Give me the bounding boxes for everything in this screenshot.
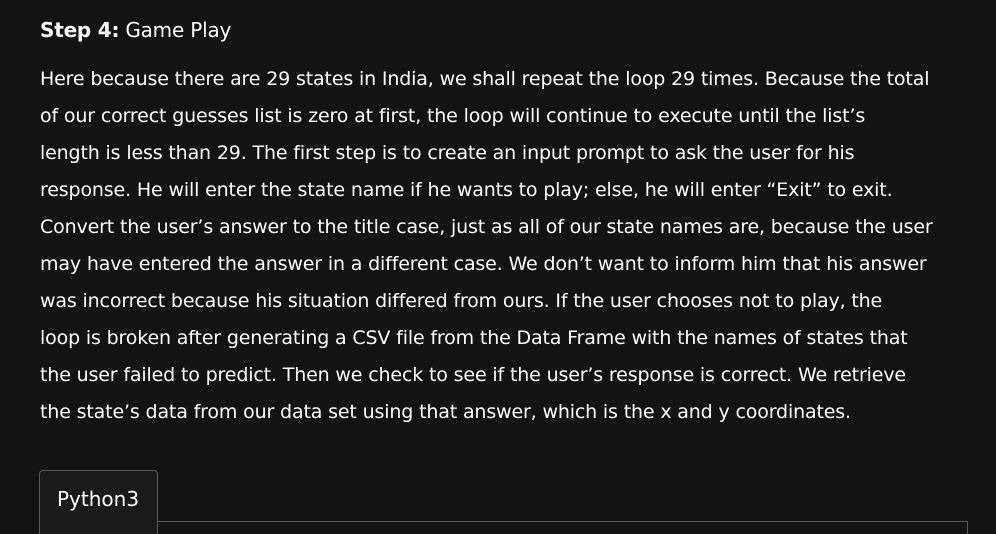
paragraph-line: was incorrect because his situation diff… xyxy=(40,290,883,312)
code-block-frame xyxy=(158,521,968,534)
paragraph-line: the user failed to predict. Then we chec… xyxy=(40,364,906,386)
paragraph-line: the state’s data from our data set using… xyxy=(40,401,851,423)
description-paragraph: Here because there are 29 states in Indi… xyxy=(40,61,980,431)
tab-python3-label: Python3 xyxy=(57,487,140,511)
paragraph-line: loop is broken after generating a CSV fi… xyxy=(40,327,908,349)
tab-python3[interactable]: Python3 xyxy=(39,470,158,534)
paragraph-line: length is less than 29. The first step i… xyxy=(40,142,855,164)
step-label: Step 4: xyxy=(40,18,120,42)
paragraph-line: may have entered the answer in a differe… xyxy=(40,253,927,275)
step-heading: Step 4: Game Play xyxy=(40,16,231,44)
paragraph-line: of our correct guesses list is zero at f… xyxy=(40,105,866,127)
paragraph-line: Here because there are 29 states in Indi… xyxy=(40,68,930,90)
step-title: Game Play xyxy=(125,18,232,42)
paragraph-line: Convert the user’s answer to the title c… xyxy=(40,216,933,238)
paragraph-line: response. He will enter the state name i… xyxy=(40,179,893,201)
